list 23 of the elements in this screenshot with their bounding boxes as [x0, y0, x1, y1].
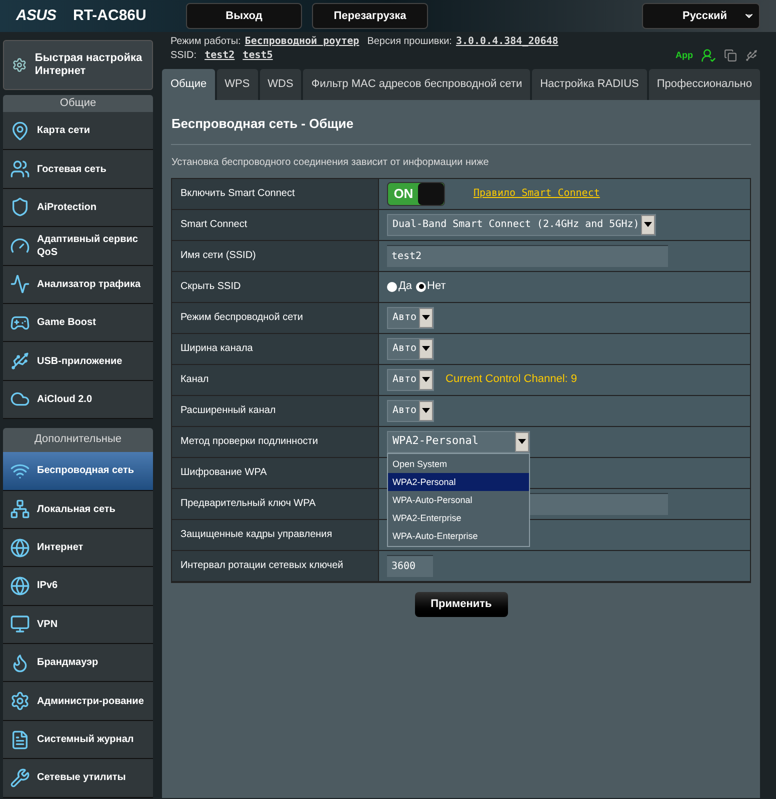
setting-label: Предварительный ключ WPA [172, 488, 380, 518]
setting-label: Канал [172, 364, 380, 394]
panel-description: Установка беспроводного соединения зависит от информации ниже [171, 156, 490, 170]
setting-label: Включить Smart Connect [172, 178, 380, 208]
setting-label: Защищенные кадры управления [172, 520, 380, 550]
setting-label: Имя сети (SSID) [172, 240, 380, 270]
panel-title: Беспроводная сеть - Общие [171, 114, 751, 144]
setting-label: Ширина канала [172, 334, 380, 364]
setting-label: Smart Connect [172, 210, 380, 240]
mode-label: Режим работы: [170, 35, 241, 49]
logo: ASUS [16, 6, 58, 26]
setting-label: Скрыть SSID [172, 272, 380, 302]
setting-label: Интервал ротации сетевых ключей [172, 550, 380, 580]
setting-label: Расширенный канал [172, 396, 380, 426]
model-name: RT-AC86U [73, 6, 148, 26]
channel-note: Current Control Channel: 9 [446, 372, 577, 388]
section-header: Общие [3, 95, 153, 112]
section-header: Дополнительные [3, 428, 153, 452]
ssid-label: SSID: [170, 49, 197, 63]
setting-label: Режим беспроводной сети [172, 302, 380, 332]
firmware-label: Версия прошивки: [367, 35, 452, 49]
setting-label: Шифрование WPA [172, 458, 380, 488]
setting-label: Метод проверки подлинности [172, 426, 380, 456]
